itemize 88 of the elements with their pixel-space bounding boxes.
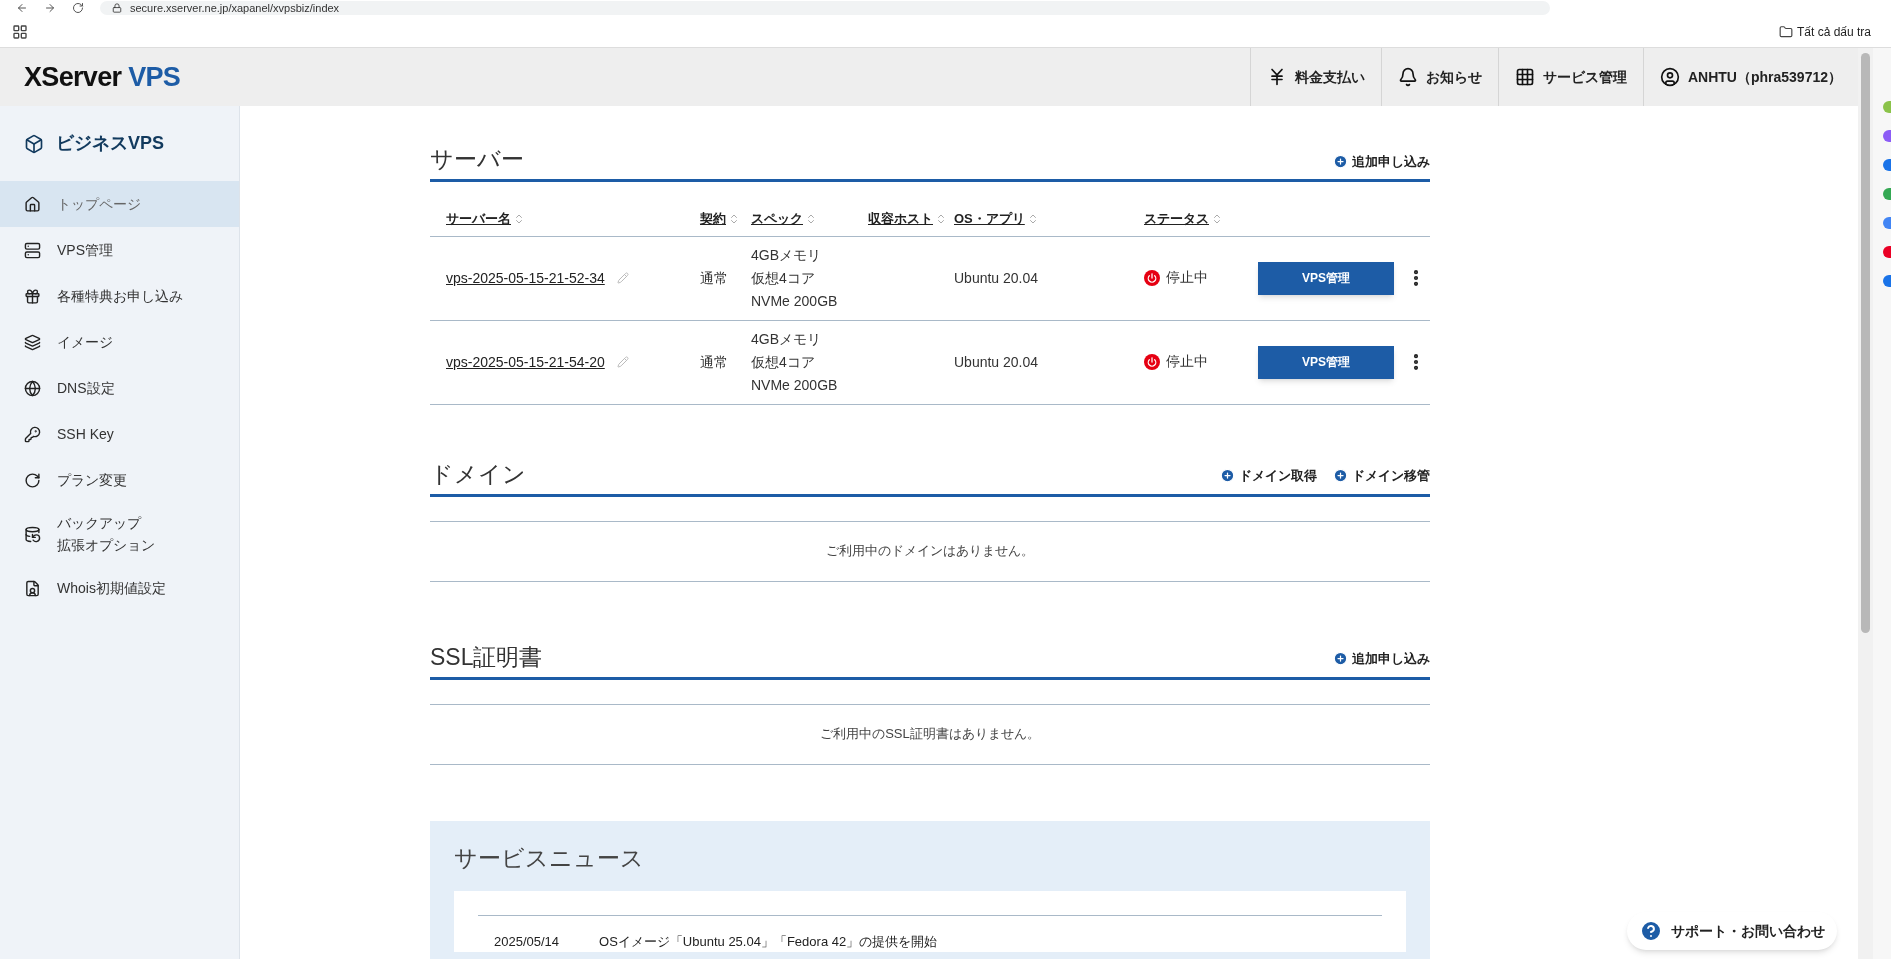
backup-icon xyxy=(24,525,41,543)
section-title: サービスニュース xyxy=(454,843,645,873)
sort-icon xyxy=(728,212,740,225)
column-header[interactable]: OS・アプリ xyxy=(954,209,1039,229)
server-icon xyxy=(24,241,41,259)
sidebar-title: ビジネスVPS xyxy=(56,132,165,155)
plus-icon xyxy=(1333,153,1348,169)
reload-icon[interactable] xyxy=(72,2,84,14)
layers-icon xyxy=(24,333,41,351)
empty-message: ご利用中のドメインはありません。 xyxy=(826,542,1034,561)
sidebar-item[interactable]: VPS管理 xyxy=(0,227,239,273)
spec-text: 仮想4コア xyxy=(751,268,816,288)
extension-icon[interactable] xyxy=(1883,217,1891,229)
sidebar-item[interactable]: イメージ xyxy=(0,319,239,365)
sort-icon xyxy=(935,212,947,225)
spec-text: NVMe 200GB xyxy=(751,375,839,395)
cube-icon xyxy=(24,133,44,154)
section-title: ドメイン xyxy=(430,462,526,486)
os-text: Ubuntu 20.04 xyxy=(954,269,1039,286)
globe-icon xyxy=(24,379,41,397)
sidebar-item[interactable]: DNS設定 xyxy=(0,365,239,411)
spec-text: 仮想4コア xyxy=(751,352,816,372)
help-icon xyxy=(1639,919,1663,943)
column-header[interactable]: 契約 xyxy=(700,209,740,229)
add-link[interactable]: ドメイン移管 xyxy=(1333,466,1430,486)
vps-manage-button[interactable]: VPS管理 xyxy=(1258,345,1394,379)
back-icon[interactable] xyxy=(16,2,28,14)
contract-text: 通常 xyxy=(700,353,728,370)
sort-icon xyxy=(513,212,525,225)
sidebar-item-line: 拡張オプション xyxy=(57,536,155,555)
key-icon xyxy=(24,425,41,443)
bookmarks-folder[interactable]: Tất cả dấu tra xyxy=(1779,22,1879,41)
header-nav-item[interactable]: 料金支払い xyxy=(1249,48,1381,106)
sort-icon xyxy=(1211,212,1223,225)
vps-manage-button[interactable]: VPS管理 xyxy=(1258,261,1394,295)
sidebar-item[interactable]: 各種特典お申し込み xyxy=(0,273,239,319)
extension-icon[interactable] xyxy=(1883,188,1891,200)
whois-icon xyxy=(24,579,41,597)
extension-icon[interactable] xyxy=(1883,130,1891,142)
address-bar[interactable]: secure.xserver.ne.jp/xapanel/xvpsbiz/index xyxy=(100,1,1550,15)
grid-icon xyxy=(1514,67,1535,87)
refresh-icon xyxy=(24,471,41,489)
column-header[interactable]: ステータス xyxy=(1144,209,1223,229)
apps-icon[interactable] xyxy=(12,23,28,40)
status-text: 停止中 xyxy=(1166,268,1208,288)
home-icon xyxy=(24,195,41,213)
spec-text: 4GBメモリ xyxy=(751,245,822,265)
extension-icon[interactable] xyxy=(1883,275,1891,287)
plus-icon xyxy=(1220,468,1235,484)
forward-icon[interactable] xyxy=(44,2,56,14)
bell-icon xyxy=(1397,67,1418,87)
sidebar-item[interactable]: トップページ xyxy=(0,181,239,227)
extension-icon[interactable] xyxy=(1883,246,1891,258)
os-text: Ubuntu 20.04 xyxy=(954,353,1039,370)
plus-icon xyxy=(1333,651,1348,667)
lock-icon xyxy=(112,3,122,13)
server-name-link[interactable]: vps-2025-05-15-21-52-34 xyxy=(446,267,605,289)
server-name-link[interactable]: vps-2025-05-15-21-54-20 xyxy=(446,351,605,373)
add-link[interactable]: 追加申し込み xyxy=(1333,649,1430,669)
spec-text: 4GBメモリ xyxy=(751,329,822,349)
add-link[interactable]: ドメイン取得 xyxy=(1220,466,1317,486)
section-title: サーバー xyxy=(430,148,524,171)
user-icon xyxy=(1659,67,1680,87)
contract-text: 通常 xyxy=(700,269,728,286)
sort-icon xyxy=(805,212,817,225)
news-date: 2025/05/14 xyxy=(494,933,560,951)
column-header[interactable]: スペック xyxy=(751,209,817,229)
status-text: 停止中 xyxy=(1166,352,1208,372)
add-link[interactable]: 追加申し込み xyxy=(1333,151,1430,171)
news-link[interactable]: OSイメージ「Ubuntu 25.04」「Fedora 42」の提供を開始 xyxy=(599,932,938,952)
column-header[interactable]: サーバー名 xyxy=(446,209,525,229)
sidebar-item[interactable]: Whois初期値設定 xyxy=(0,565,239,611)
column-header[interactable]: 収容ホスト xyxy=(868,209,947,229)
section-title: SSL証明書 xyxy=(430,645,543,669)
sidebar-item[interactable]: バックアップ 拡張オプション xyxy=(0,503,239,565)
logo[interactable]: XServer VPS xyxy=(0,63,181,91)
header-nav-item[interactable]: サービス管理 xyxy=(1497,48,1643,106)
sidebar-item-line: バックアップ xyxy=(57,514,143,533)
plus-icon xyxy=(1333,468,1348,484)
sidebar-item[interactable]: プラン変更 xyxy=(0,457,239,503)
empty-message: ご利用中のSSL証明書はありません。 xyxy=(820,725,1040,744)
gift-icon xyxy=(24,287,41,305)
folder-icon xyxy=(1779,24,1793,39)
extension-icon[interactable] xyxy=(1883,159,1891,171)
sidebar-item[interactable]: SSH Key xyxy=(0,411,239,457)
spec-text: NVMe 200GB xyxy=(751,291,839,311)
header-nav-item[interactable]: お知らせ xyxy=(1380,48,1498,106)
support-button[interactable]: サポート・お問い合わせ xyxy=(1627,912,1837,950)
